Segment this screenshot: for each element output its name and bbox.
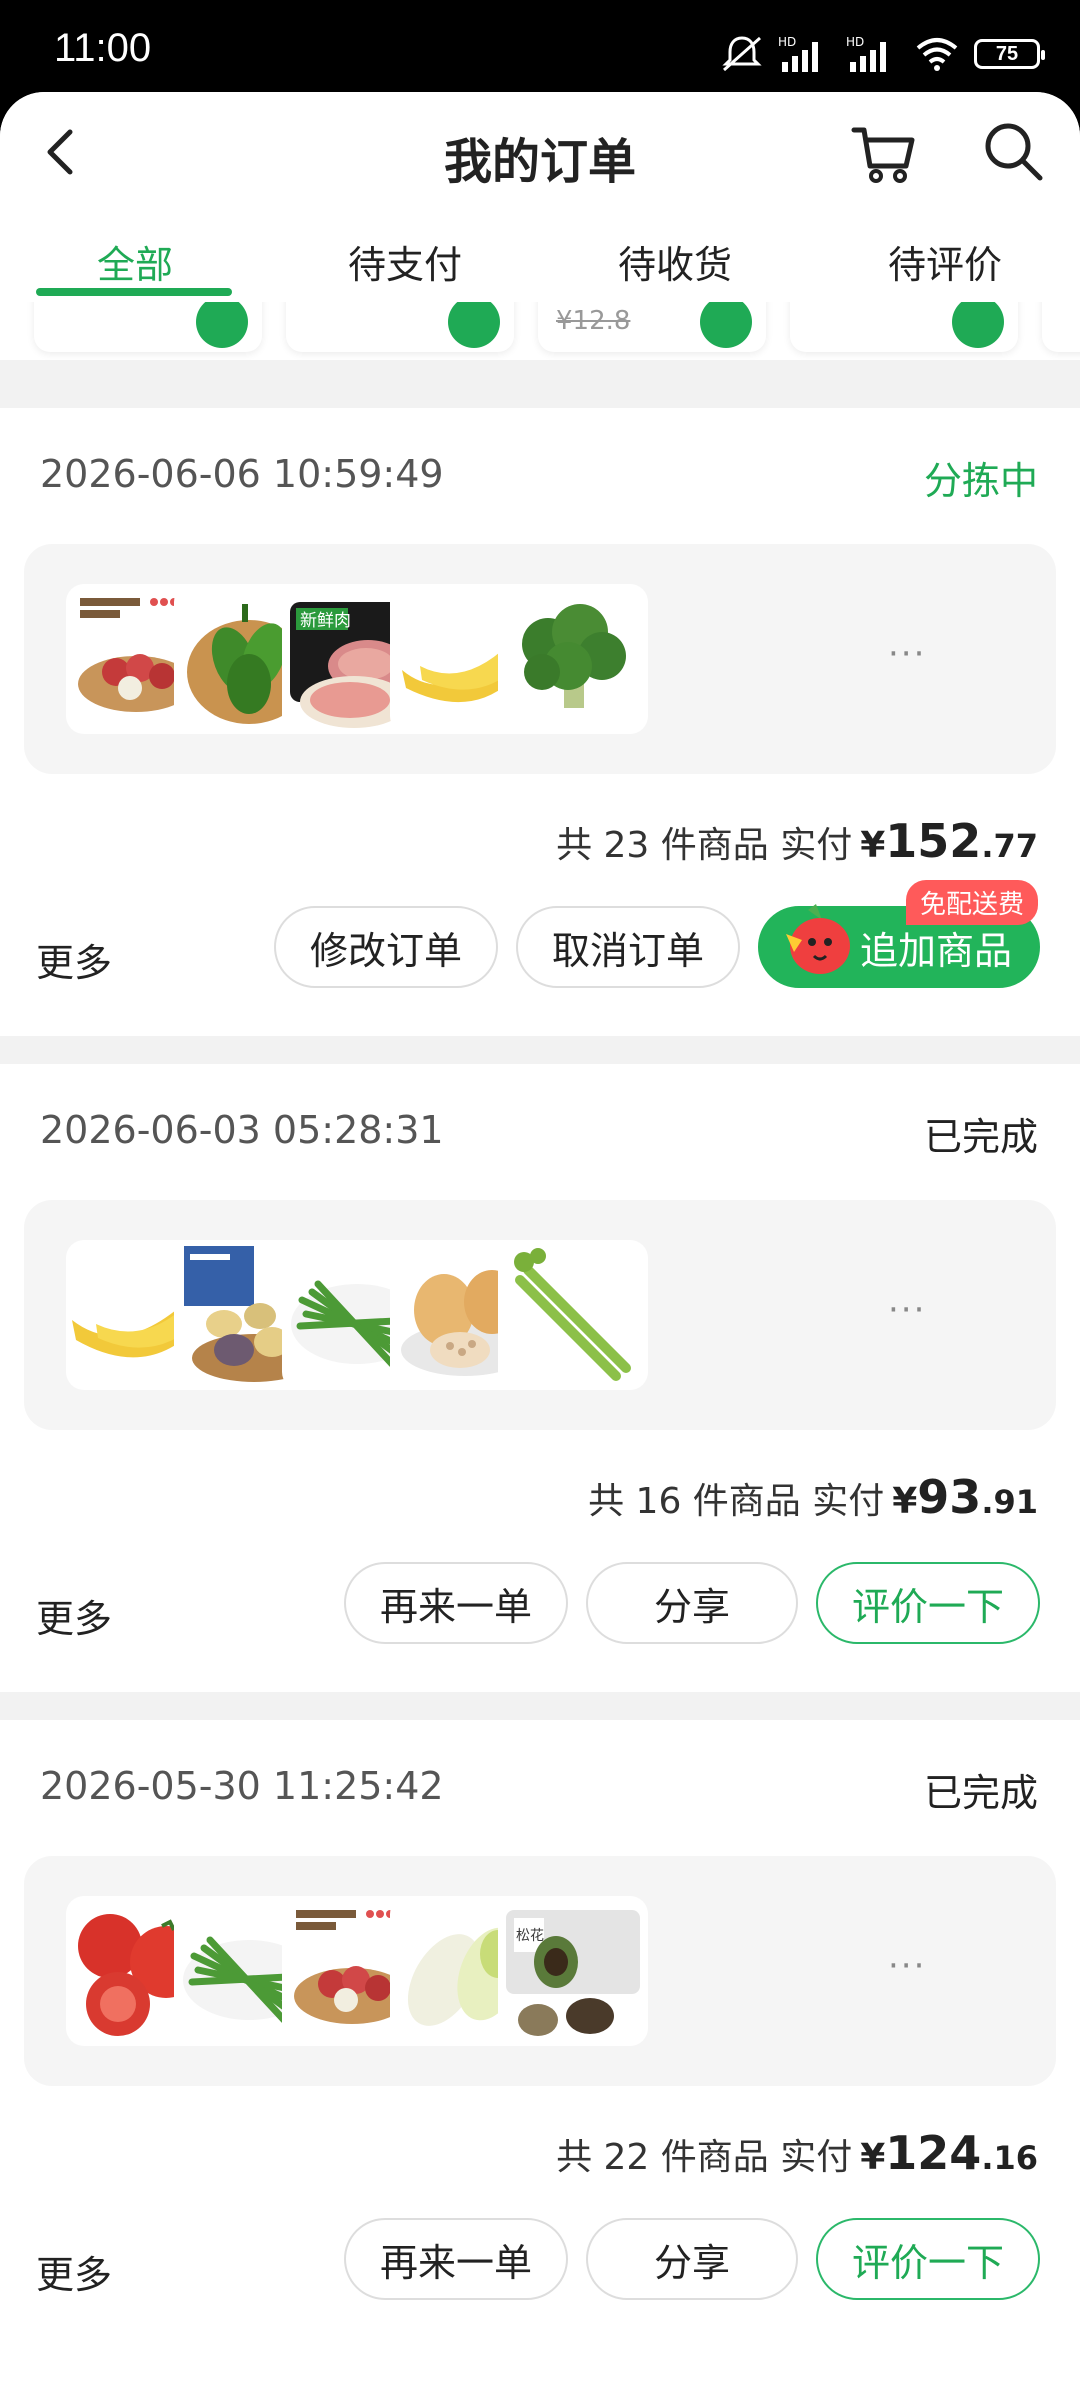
- search-icon: [985, 123, 1043, 181]
- mute-icon: [722, 36, 762, 72]
- reorder-button[interactable]: 再来一单: [344, 1562, 568, 1644]
- add-items-button[interactable]: 追加商品 免配送费: [757, 880, 1040, 988]
- share-button[interactable]: 分享: [586, 1562, 798, 1644]
- menu-nav-button[interactable]: [295, 2392, 365, 2400]
- signal-icon-1: HD: [778, 35, 818, 72]
- recommend-card[interactable]: [34, 302, 262, 352]
- order-status: 已完成: [923, 1115, 1038, 1159]
- header: 我的订单: [0, 92, 1080, 212]
- home-nav-button[interactable]: [505, 2392, 575, 2400]
- order-card[interactable]: 2026-06-03 05:28:31 已完成 ··· 共 16 件商品 实付 …: [0, 1064, 1080, 1692]
- order-datetime: 2026-05-30 11:25:42: [40, 1764, 444, 1808]
- signal-icon-2: HD: [846, 35, 886, 72]
- recommend-card[interactable]: ¥12.8: [538, 302, 766, 352]
- free-delivery-badge: 免配送费: [905, 880, 1038, 925]
- recommend-card[interactable]: [1042, 302, 1080, 352]
- order-datetime: 2026-06-06 10:59:49: [40, 452, 444, 496]
- back-nav-button[interactable]: [715, 2392, 785, 2400]
- product-thumb-celery: [498, 1240, 648, 1390]
- order-status: 分拣中: [923, 459, 1038, 503]
- order-actions: 再来一单 分享 评价一下: [344, 1562, 1040, 1644]
- reorder-button[interactable]: 再来一单: [344, 2218, 568, 2300]
- modify-order-button[interactable]: 修改订单: [273, 906, 498, 988]
- order-actions: 再来一单 分享 评价一下: [344, 2218, 1040, 2300]
- more-products-ellipsis[interactable]: ···: [888, 1946, 926, 1986]
- search-button[interactable]: [978, 116, 1050, 188]
- status-time: 11:00: [54, 26, 152, 70]
- currency-symbol: ¥: [860, 2137, 886, 2178]
- order-card[interactable]: 2026-05-30 11:25:42 已完成 松花 ··· 共 22 件商品 …: [0, 1720, 1080, 2380]
- item-count-text: 共 23 件商品 实付: [556, 825, 853, 866]
- item-count-text: 共 22 件商品 实付: [556, 2137, 853, 2178]
- old-price: ¥12.8: [556, 306, 631, 336]
- order-status: 已完成: [923, 1771, 1038, 1815]
- item-count-text: 共 16 件商品 实付: [588, 1481, 885, 1522]
- wifi-icon: [916, 38, 958, 71]
- amount-integer: 124: [885, 2126, 982, 2180]
- amount-decimal: .91: [981, 1483, 1038, 1521]
- recommend-card[interactable]: [790, 302, 1018, 352]
- status-icons: HD HD 75: [720, 30, 1045, 78]
- order-summary: 共 16 件商品 实付 ¥93.91: [588, 1470, 1038, 1524]
- tab-pending-review[interactable]: 待评价: [810, 212, 1080, 302]
- order-tabs: 全部 待支付 待收货 待评价: [0, 212, 1080, 302]
- order-card[interactable]: 2026-06-06 10:59:49 分拣中 新鲜肉 ··· 共 23 件商品…: [0, 408, 1080, 1036]
- status-bar: 11:00 HD HD 75: [0, 0, 1080, 100]
- add-icon[interactable]: [448, 302, 500, 348]
- app-screen: 我的订单 全部 待支付 待收货 待评价 ¥12.8 2026-06-06 10:…: [0, 92, 1080, 2400]
- more-actions-link[interactable]: 更多: [36, 932, 112, 987]
- svg-text:HD: HD: [846, 35, 864, 49]
- order-actions: 修改订单 取消订单 追加商品 免配送费: [273, 880, 1040, 988]
- review-button[interactable]: 评价一下: [816, 1562, 1040, 1644]
- recommend-card[interactable]: [286, 302, 514, 352]
- recommendation-strip: ¥12.8: [0, 302, 1080, 360]
- product-thumbnails[interactable]: 新鲜肉 ···: [24, 544, 1056, 774]
- cancel-order-button[interactable]: 取消订单: [515, 906, 740, 988]
- amount-decimal: .16: [981, 2139, 1038, 2177]
- svg-text:新鲜肉: 新鲜肉: [300, 611, 351, 631]
- mascot-icon: [785, 904, 850, 974]
- share-button[interactable]: 分享: [586, 2218, 798, 2300]
- cart-icon: [851, 127, 915, 183]
- order-summary: 共 23 件商品 实付 ¥152.77: [556, 814, 1038, 868]
- tab-pending-delivery[interactable]: 待收货: [540, 212, 810, 302]
- add-icon[interactable]: [196, 302, 248, 348]
- product-thumbnails[interactable]: 松花 ···: [24, 1856, 1056, 2086]
- order-datetime: 2026-06-03 05:28:31: [40, 1108, 444, 1152]
- more-products-ellipsis[interactable]: ···: [888, 634, 926, 674]
- review-button[interactable]: 评价一下: [816, 2218, 1040, 2300]
- order-summary: 共 22 件商品 实付 ¥124.16: [556, 2126, 1038, 2180]
- amount-integer: 152: [885, 814, 982, 868]
- currency-symbol: ¥: [892, 1481, 918, 1522]
- currency-symbol: ¥: [860, 825, 886, 866]
- more-products-ellipsis[interactable]: ···: [888, 1290, 926, 1330]
- product-thumb-century-eggs: 松花: [498, 1896, 648, 2046]
- battery-indicator: 75: [974, 39, 1045, 69]
- add-items-label: 追加商品: [859, 928, 1012, 973]
- tab-all[interactable]: 全部: [0, 212, 270, 302]
- cart-button[interactable]: [848, 116, 920, 188]
- amount-decimal: .77: [981, 827, 1038, 865]
- system-nav-bar: [0, 2362, 1080, 2400]
- more-actions-link[interactable]: 更多: [36, 1588, 112, 1643]
- svg-text:松花: 松花: [516, 1928, 544, 1944]
- more-actions-link[interactable]: 更多: [36, 2244, 112, 2299]
- add-icon[interactable]: [700, 302, 752, 348]
- add-icon[interactable]: [952, 302, 1004, 348]
- amount-integer: 93: [917, 1470, 982, 1524]
- product-thumb-broccoli: [498, 584, 648, 734]
- product-thumbnails[interactable]: ···: [24, 1200, 1056, 1430]
- tab-pending-payment[interactable]: 待支付: [270, 212, 540, 302]
- svg-text:HD: HD: [778, 35, 796, 49]
